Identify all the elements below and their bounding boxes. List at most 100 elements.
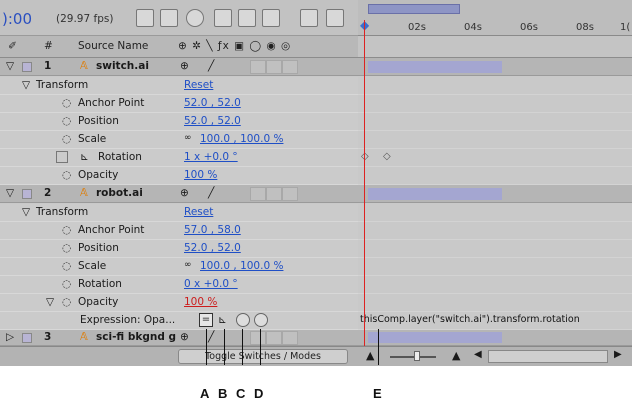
layer-row-switch[interactable]: ▽ 1 𝔸 switch.ai ⊕ ╱	[0, 58, 358, 76]
property-value[interactable]: 1 x +0.0 °	[184, 151, 238, 163]
twirl-open-icon[interactable]: ▽	[22, 79, 30, 91]
switch-cell[interactable]	[266, 331, 282, 345]
transform-group-row[interactable]: ▽ Transform Reset	[0, 204, 358, 222]
label-column-icon[interactable]: ✐	[8, 40, 17, 52]
stopwatch-icon[interactable]: ◌	[62, 133, 71, 145]
layer-duration-bar[interactable]	[368, 332, 502, 343]
layer-name[interactable]: switch.ai	[96, 60, 149, 72]
property-value-expression[interactable]: 100 %	[184, 296, 217, 308]
property-row-opacity[interactable]: ◌ Opacity 100 %	[0, 167, 358, 185]
comp-mini-flowchart-icon[interactable]	[136, 9, 154, 27]
motion-blur-icon[interactable]	[262, 9, 280, 27]
layer-row-robot[interactable]: ▽ 2 𝔸 robot.ai ⊕ ╱	[0, 185, 358, 203]
stopwatch-icon[interactable]: ◌	[62, 115, 71, 127]
expression-field[interactable]: thisComp.layer("switch.ai").transform.ro…	[360, 314, 580, 325]
property-row-rotation[interactable]: ◌ Rotation 0 x +0.0 °	[0, 276, 358, 294]
switch-cell[interactable]	[266, 60, 282, 74]
time-navigator[interactable]: 02s 04s 06s 08s 1( ◆	[358, 0, 632, 36]
property-row-position[interactable]: ◌ Position 52.0 , 52.0	[0, 240, 358, 258]
property-row-scale[interactable]: ◌ Scale ∞ 100.0 , 100.0 %	[0, 131, 358, 149]
zoom-slider-handle[interactable]	[414, 351, 420, 361]
reset-link[interactable]: Reset	[184, 79, 213, 91]
zoom-slider[interactable]	[390, 356, 436, 358]
pick-whip-icon[interactable]	[236, 313, 250, 327]
twirl-open-icon[interactable]: ▽	[6, 60, 14, 72]
graph-icon[interactable]: ⊾	[80, 151, 89, 163]
stopwatch-icon[interactable]: ◌	[62, 296, 71, 308]
switch-cell[interactable]	[250, 60, 266, 74]
graph-editor-icon[interactable]	[300, 9, 318, 27]
property-row-scale[interactable]: ◌ Scale ∞ 100.0 , 100.0 %	[0, 258, 358, 276]
zoom-in-icon[interactable]: ▲	[452, 349, 460, 362]
layer-duration-bar-row[interactable]	[358, 58, 632, 76]
property-value[interactable]: 52.0 , 52.0	[184, 115, 241, 127]
zoom-out-icon[interactable]: ▲	[366, 349, 374, 362]
property-row-anchor-point[interactable]: ◌ Anchor Point 57.0 , 58.0	[0, 222, 358, 240]
draft-3d-icon[interactable]	[186, 9, 204, 27]
switch-cell[interactable]	[250, 187, 266, 201]
switch-cell[interactable]	[266, 187, 282, 201]
quality-switch-icon[interactable]: ╱	[208, 60, 214, 72]
live-update-icon[interactable]	[160, 9, 178, 27]
switch-cell[interactable]	[282, 331, 298, 345]
timeline-ruler[interactable]	[358, 36, 632, 58]
transform-group-row[interactable]: ▽ Transform Reset	[0, 77, 358, 95]
current-time-indicator-line[interactable]	[364, 20, 365, 346]
property-value[interactable]: 52.0 , 52.0	[184, 97, 241, 109]
layer-duration-bar[interactable]	[368, 188, 502, 200]
property-value[interactable]: 100.0 , 100.0 %	[200, 133, 283, 145]
property-value[interactable]: 52.0 , 52.0	[184, 242, 241, 254]
graph-button-icon[interactable]: ⊾	[218, 314, 227, 326]
stopwatch-icon[interactable]: ◌	[62, 260, 71, 272]
layer-duration-bar-row[interactable]	[358, 185, 632, 203]
stopwatch-icon[interactable]: ◌	[62, 224, 71, 236]
stopwatch-icon[interactable]: ◌	[62, 169, 71, 181]
property-value[interactable]: 0 x +0.0 °	[184, 278, 238, 290]
stopwatch-icon[interactable]: ◌	[62, 97, 71, 109]
switch-cell[interactable]	[282, 187, 298, 201]
keyframe-icon[interactable]: ◇	[383, 151, 391, 162]
layer-row-sci-fi[interactable]: ▷ 3 𝔸 sci-fi bkgnd g ⊕ ╱	[0, 330, 358, 346]
brainstorm-icon[interactable]	[326, 9, 344, 27]
toggle-switches-modes-button[interactable]: Toggle Switches / Modes	[178, 349, 348, 364]
reset-link[interactable]: Reset	[184, 206, 213, 218]
property-value[interactable]: 100.0 , 100.0 %	[200, 260, 283, 272]
frame-blending-icon[interactable]	[238, 9, 256, 27]
twirl-open-icon[interactable]: ▽	[22, 206, 30, 218]
property-row-position[interactable]: ◌ Position 52.0 , 52.0	[0, 113, 358, 131]
twirl-closed-icon[interactable]: ▷	[6, 331, 14, 343]
property-value[interactable]: 100 %	[184, 169, 217, 181]
twirl-open-icon[interactable]: ▽	[6, 187, 14, 199]
stopwatch-icon[interactable]: ◌	[62, 242, 71, 254]
property-row-anchor-point[interactable]: ◌ Anchor Point 52.0 , 52.0	[0, 95, 358, 113]
constrain-proportions-icon[interactable]: ∞	[184, 260, 192, 270]
label-color-swatch[interactable]	[22, 333, 32, 343]
switch-cell[interactable]	[250, 331, 266, 345]
expression-row[interactable]: Expression: Opa... = ⊾	[0, 312, 358, 330]
expression-field-row[interactable]: thisComp.layer("switch.ai").transform.ro…	[358, 312, 632, 330]
label-color-swatch[interactable]	[22, 62, 32, 72]
quality-switch-icon[interactable]: ╱	[208, 331, 214, 343]
layer-name[interactable]: sci-fi bkgnd g	[96, 331, 176, 343]
twirl-open-icon[interactable]: ▽	[46, 296, 54, 308]
stopwatch-icon[interactable]: ◌	[62, 278, 71, 290]
current-time-display[interactable]: ):00	[2, 10, 32, 28]
layer-duration-bar-row[interactable]	[358, 330, 632, 346]
property-row-opacity[interactable]: ▽ ◌ Opacity 100 %	[0, 294, 358, 312]
expression-language-menu-icon[interactable]	[254, 313, 268, 327]
switch-cell[interactable]	[282, 60, 298, 74]
constrain-proportions-icon[interactable]: ∞	[184, 133, 192, 143]
property-value[interactable]: 57.0 , 58.0	[184, 224, 241, 236]
scroll-right-icon[interactable]: ▶	[614, 349, 622, 360]
keyframe-navigator-icon[interactable]	[56, 151, 68, 163]
property-row-rotation[interactable]: ⊾ Rotation 1 x +0.0 °	[0, 149, 358, 167]
label-color-swatch[interactable]	[22, 189, 32, 199]
horizontal-scrollbar[interactable]	[488, 350, 608, 363]
quality-switch-icon[interactable]: ╱	[208, 187, 214, 199]
work-area-bar[interactable]	[368, 4, 460, 14]
source-name-header[interactable]: Source Name	[78, 40, 148, 52]
hide-shy-layers-icon[interactable]	[214, 9, 232, 27]
enable-expression-button[interactable]: =	[199, 313, 213, 327]
layer-name[interactable]: robot.ai	[96, 187, 143, 199]
layer-duration-bar[interactable]	[368, 61, 502, 73]
